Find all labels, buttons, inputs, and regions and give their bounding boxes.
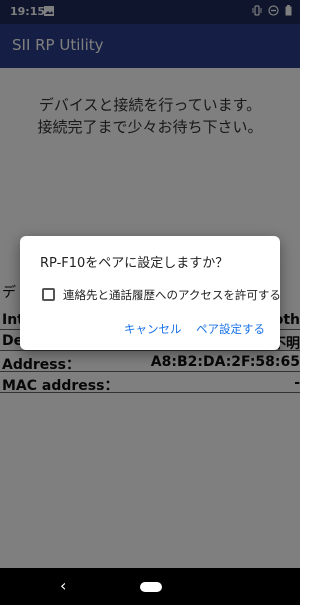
pair-button[interactable]: ペア設定する [196, 321, 265, 337]
pairing-dialog: RP-F10をペアに設定しますか？ 連絡先と通話履歴へのアクセスを許可する キャ… [20, 236, 281, 350]
home-pill-icon[interactable] [140, 582, 162, 592]
back-icon[interactable]: ‹ [60, 576, 66, 595]
navigation-bar: ‹ [0, 568, 300, 605]
contacts-access-checkbox[interactable] [42, 288, 55, 301]
cancel-button[interactable]: キャンセル [124, 321, 182, 337]
dialog-title: RP-F10をペアに設定しますか？ [40, 256, 229, 271]
contacts-access-label[interactable]: 連絡先と通話履歴へのアクセスを許可する [63, 287, 281, 303]
